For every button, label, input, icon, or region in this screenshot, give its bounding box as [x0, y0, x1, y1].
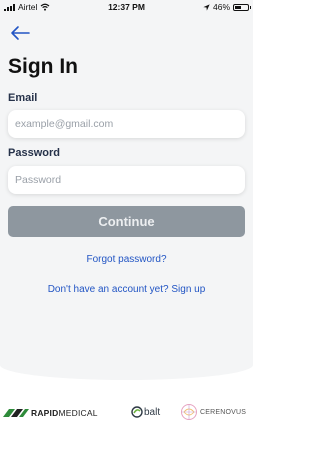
page-title: Sign In	[8, 55, 78, 78]
cerenovus-logo: CERENOVUS	[180, 403, 246, 421]
password-field[interactable]	[8, 166, 245, 194]
rapid-medical-mark-icon	[3, 409, 29, 417]
email-label: Email	[8, 92, 38, 104]
balt-logo: balt	[131, 406, 160, 418]
cerenovus-brain-icon	[181, 404, 197, 420]
rapid-medical-logo: RAPIDMEDICAL	[3, 408, 98, 418]
status-bar: Airtel 12:37 PM 46%	[0, 0, 253, 14]
back-arrow-icon[interactable]	[9, 24, 31, 42]
cerenovus-name: CERENOVUS	[200, 408, 247, 416]
partner-logos: RAPIDMEDICAL balt CERENOVUS	[0, 400, 253, 430]
balt-name: balt	[144, 406, 161, 418]
balt-mark-icon	[131, 406, 143, 418]
battery-fill	[235, 5, 241, 9]
battery-icon	[233, 3, 251, 11]
rapid-medical-name: MEDICAL	[58, 408, 98, 418]
continue-button[interactable]: Continue	[8, 206, 245, 237]
forgot-password-link[interactable]: Forgot password?	[0, 254, 253, 265]
location-arrow-icon	[203, 3, 210, 11]
password-label: Password	[8, 147, 60, 159]
rapid-medical-name-bold: RAPID	[31, 408, 59, 418]
status-right: 46%	[203, 2, 251, 12]
signup-link[interactable]: Don't have an account yet? Sign up	[0, 284, 253, 295]
email-field[interactable]	[8, 110, 245, 138]
battery-percent: 46%	[212, 2, 230, 12]
